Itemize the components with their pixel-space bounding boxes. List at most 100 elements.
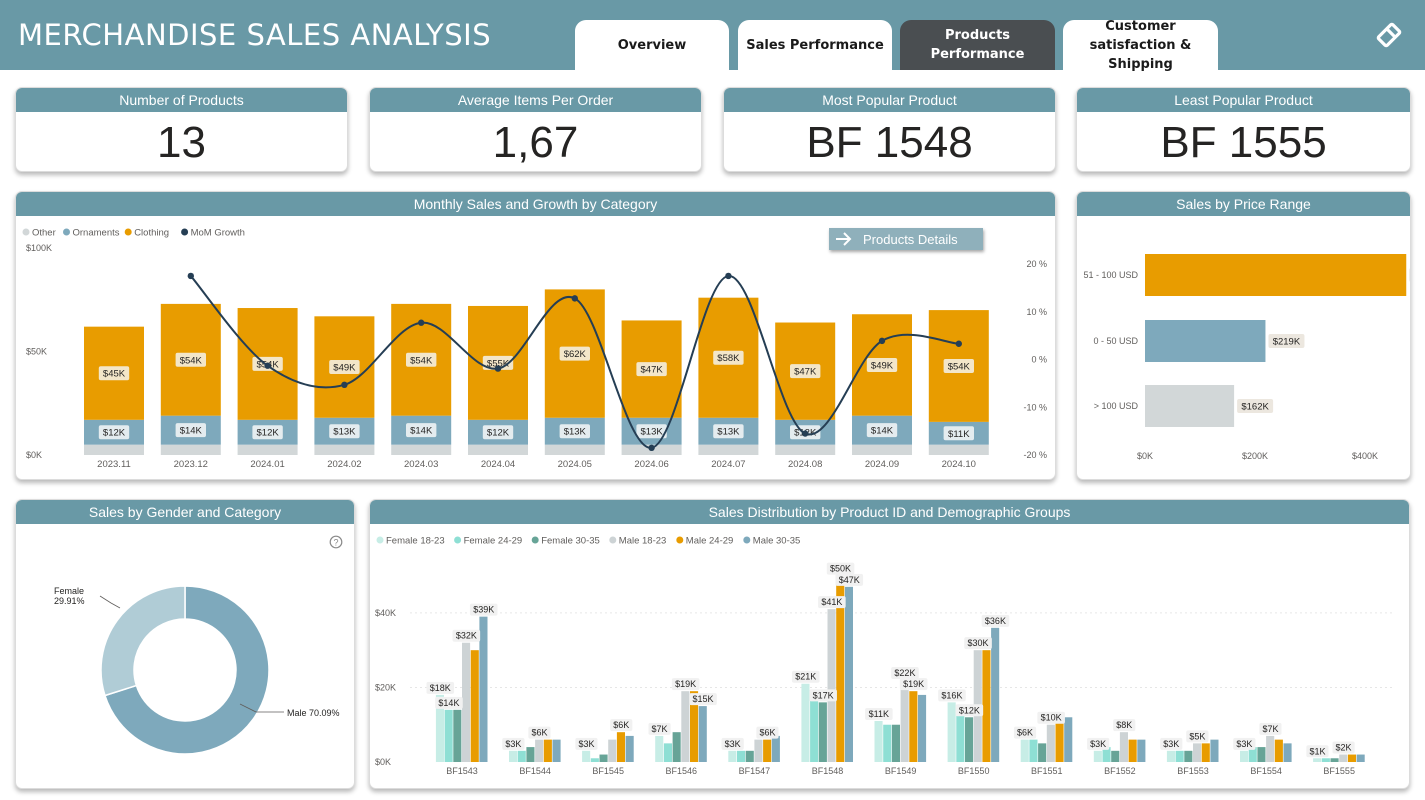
ornaments-data-label: $13K <box>333 427 356 438</box>
distribution-data-label: $3K <box>578 739 594 749</box>
kpi-value: 13 <box>157 118 206 167</box>
bar-other <box>544 444 605 455</box>
distribution-data-label: $2K <box>1336 743 1352 753</box>
clothing-data-label: $47K <box>794 367 817 378</box>
distribution-bar <box>1119 732 1128 762</box>
ornaments-data-label: $12K <box>487 428 510 439</box>
distribution-bar <box>462 642 471 762</box>
distribution-bar <box>698 706 707 762</box>
legend-label-3: Male 18-23 <box>619 536 667 547</box>
ornaments-data-label: $14K <box>410 426 433 437</box>
bar-other <box>160 444 221 455</box>
legend-label-1: Female 24-29 <box>464 536 523 547</box>
kpi-title: Number of Products <box>16 88 347 112</box>
distribution-bar <box>874 721 883 762</box>
question-icon[interactable]: ? <box>329 535 343 549</box>
x-tick-label: 2023.12 <box>174 459 208 470</box>
price-range-x-tick-label: $0K <box>1137 451 1153 461</box>
x-tick-label: 2024.02 <box>327 459 361 470</box>
x-tick-label: BF1546 <box>666 766 698 776</box>
kpi-title: Most Popular Product <box>724 88 1055 112</box>
legend-marker-1 <box>63 228 70 236</box>
diamond-logo-icon <box>1376 22 1402 48</box>
x-tick-label: 2024.07 <box>711 459 745 470</box>
legend-marker-3 <box>609 536 617 544</box>
price-range-bar <box>1145 254 1407 296</box>
clothing-data-label: $47K <box>641 365 664 376</box>
bar-other <box>698 444 759 455</box>
legend-marker-5 <box>743 536 751 544</box>
mom-growth-point <box>341 381 348 389</box>
mom-growth-point <box>878 337 886 345</box>
kpi-title: Average Items Per Order <box>370 88 701 112</box>
distribution-bar <box>883 724 892 762</box>
tab-products-performance[interactable]: Products Performance <box>900 20 1055 70</box>
distribution-bar <box>1064 717 1073 762</box>
distribution-bar <box>1193 743 1202 762</box>
distribution-data-label: $50K <box>830 564 851 574</box>
legend-marker-0 <box>376 536 384 544</box>
ornaments-data-label: $11K <box>948 429 970 440</box>
ornaments-data-label: $13K <box>564 427 587 438</box>
x-tick-label: 2024.05 <box>558 459 592 470</box>
clothing-data-label: $62K <box>564 349 587 360</box>
legend-label-4: Male 24-29 <box>686 536 734 547</box>
y-tick-label: $50K <box>26 347 47 357</box>
mom-growth-point <box>571 295 578 302</box>
distribution-data-label: $3K <box>725 739 741 749</box>
legend-label-2: Clothing <box>134 228 169 239</box>
y-tick-label: $20K <box>375 682 396 692</box>
tab-customer-satisfaction-shipping[interactable]: Customer satisfaction & Shipping <box>1063 19 1218 72</box>
distribution-data-label: $6K <box>531 728 547 738</box>
bar-other <box>84 444 144 455</box>
distribution-bar <box>625 735 634 762</box>
mom-growth-point <box>648 444 655 452</box>
distribution-data-label: $11K <box>869 709 889 719</box>
female-label: Female <box>54 586 84 596</box>
distribution-data-label: $21K <box>795 672 816 682</box>
distribution-data-label: $16K <box>941 690 962 700</box>
distribution-data-label: $36K <box>985 616 1006 626</box>
x-tick-label: 2024.09 <box>865 459 899 470</box>
y2-tick-label: 10 % <box>1026 307 1047 317</box>
distribution-bar <box>1257 747 1266 762</box>
kpi-least-popular-product: Least Popular Product BF 1555 <box>1076 87 1411 172</box>
x-tick-label: BF1555 <box>1323 766 1355 776</box>
distribution-bar <box>1166 750 1175 762</box>
legend-marker-0 <box>22 228 30 236</box>
distribution-bar <box>1201 743 1210 762</box>
tab-overview[interactable]: Overview <box>575 20 729 70</box>
y-tick-label: $0K <box>26 450 42 460</box>
distribution-bar <box>801 683 810 762</box>
distribution-bar <box>982 650 991 762</box>
distribution-bar <box>763 739 772 762</box>
distribution-data-label: $47K <box>839 575 860 585</box>
distribution-bar <box>608 739 617 762</box>
distribution-bar <box>1356 754 1365 762</box>
price-range-chart: 51 - 100 USD$475K0 - 50 USD$219K> 100 US… <box>1083 254 1410 461</box>
x-tick-label: 2023.11 <box>97 459 131 470</box>
legend-label-1: Ornaments <box>73 228 120 239</box>
male-label: Male 70.09% <box>287 708 340 718</box>
female-leader-line <box>99 595 121 609</box>
x-tick-label: BF1549 <box>885 766 917 776</box>
products-details-button[interactable]: Products Details <box>829 228 983 250</box>
y2-tick-label: 0 % <box>1031 355 1047 365</box>
y2-tick-label: -20 % <box>1023 450 1047 460</box>
distribution-data-label: $3K <box>1236 739 1252 749</box>
ornaments-data-label: $14K <box>180 426 203 437</box>
distribution-data-label: $6K <box>613 720 629 730</box>
products-details-label: Products Details <box>863 231 958 247</box>
x-tick-label: 2024.10 <box>942 459 976 470</box>
x-tick-label: BF1543 <box>446 766 478 776</box>
distribution-bar <box>543 739 552 762</box>
distribution-bar <box>745 750 754 762</box>
distribution-bar <box>1046 724 1055 762</box>
distribution-data-label: $1K <box>1309 746 1325 756</box>
app-title: MERCHANDISE SALES ANALYSIS <box>18 18 492 52</box>
tab-sales-performance[interactable]: Sales Performance <box>738 20 892 70</box>
distribution-data-label: $19K <box>675 679 696 689</box>
x-tick-label: 2024.08 <box>788 459 822 470</box>
legend-marker-1 <box>454 536 462 544</box>
mom-growth-point <box>802 430 809 437</box>
